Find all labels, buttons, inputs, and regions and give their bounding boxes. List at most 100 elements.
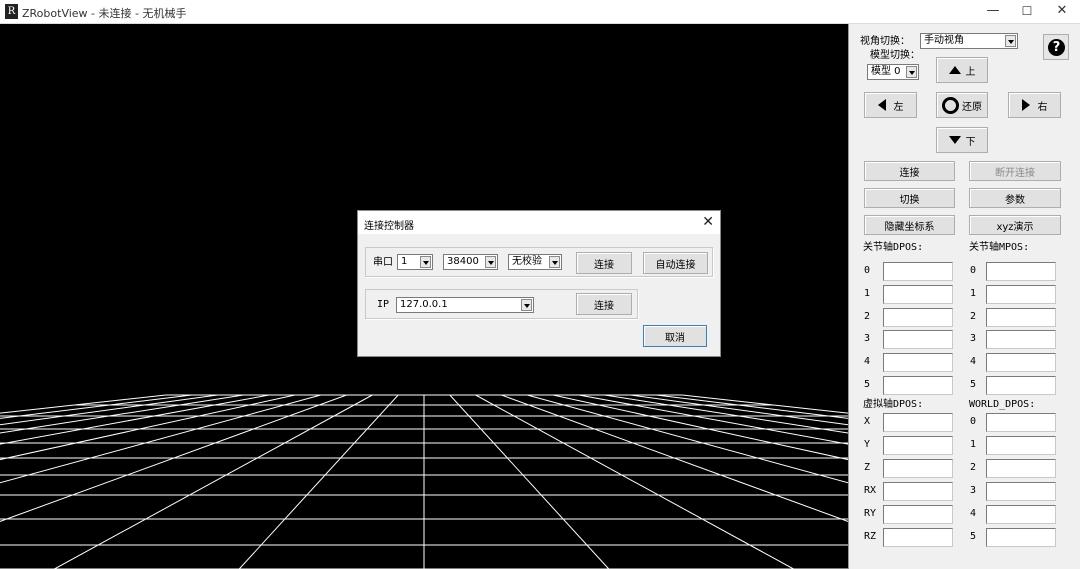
joint-mpos-title: 关节轴MPOS: bbox=[969, 242, 1030, 253]
joint-dpos-title: 关节轴DPOS: bbox=[863, 242, 924, 253]
view-reset-label: 还原 bbox=[962, 101, 982, 113]
view-left-button[interactable]: 左 bbox=[864, 92, 917, 118]
grid-line bbox=[238, 394, 399, 569]
model-select[interactable]: 模型 0 bbox=[867, 64, 919, 80]
chevron-down-icon bbox=[485, 256, 496, 268]
virtual-dpos-field[interactable] bbox=[883, 482, 953, 501]
view-down-button[interactable]: 下 bbox=[936, 127, 988, 153]
hide-coordinates-button[interactable]: 隐藏坐标系 bbox=[864, 215, 955, 235]
world-dpos-field[interactable] bbox=[986, 436, 1056, 455]
ip-label: IP bbox=[377, 299, 390, 310]
model-switch-label: 模型切换： bbox=[870, 50, 920, 61]
joint-mpos-index: 0 bbox=[970, 265, 977, 276]
dialog-title: 连接控制器 bbox=[364, 221, 414, 232]
joint-dpos-index: 3 bbox=[864, 333, 871, 345]
disconnect-button[interactable]: 断开连接 bbox=[969, 161, 1061, 181]
connect-controller-dialog: 连接控制器 ✕ 串口 1 38400 无校验 连接 自动连接 IP 127.0.… bbox=[357, 210, 721, 357]
view-right-label: 右 bbox=[1037, 101, 1048, 113]
world-dpos-index: 1 bbox=[970, 439, 977, 450]
grid-line bbox=[475, 394, 794, 569]
serial-port-value: 1 bbox=[401, 256, 408, 267]
view-mode-select[interactable]: 手动视角 bbox=[920, 33, 1018, 49]
joint-dpos-index: 4 bbox=[864, 356, 871, 368]
world-dpos-field[interactable] bbox=[986, 505, 1056, 524]
grid-line bbox=[0, 394, 270, 445]
cancel-button[interactable]: 取消 bbox=[643, 325, 707, 347]
minimize-button[interactable]: — bbox=[975, 0, 1011, 24]
maximize-button[interactable]: ☐ bbox=[1009, 0, 1045, 24]
joint-mpos-index: 1 bbox=[970, 287, 977, 299]
grid-line bbox=[54, 394, 373, 569]
grid-line bbox=[552, 394, 848, 461]
virtual-axis-label: Z bbox=[864, 462, 871, 473]
connect-button[interactable]: 连接 bbox=[864, 161, 955, 181]
view-left-label: 左 bbox=[893, 101, 904, 113]
view-reset-button[interactable]: 还原 bbox=[936, 92, 988, 118]
model-value: 模型 0 bbox=[871, 66, 901, 77]
close-icon[interactable]: ✕ bbox=[702, 214, 714, 230]
grid-line bbox=[527, 394, 848, 484]
grid-line bbox=[0, 394, 321, 484]
joint-dpos-field[interactable] bbox=[883, 284, 953, 304]
joint-mpos-index: 2 bbox=[970, 310, 977, 322]
chevron-down-icon bbox=[549, 256, 560, 268]
auto-connect-button[interactable]: 自动连接 bbox=[643, 252, 708, 274]
world-dpos-index: 3 bbox=[970, 485, 977, 496]
control-panel: 视角切换： 手动视角 ? 模型切换： 模型 0 上 左 还原 右 下 连接 断开… bbox=[848, 24, 1080, 569]
world-dpos-index: 4 bbox=[970, 508, 977, 519]
joint-mpos-field[interactable] bbox=[986, 307, 1056, 327]
joint-mpos-field[interactable] bbox=[986, 376, 1056, 395]
joint-mpos-field[interactable] bbox=[986, 330, 1056, 350]
virtual-dpos-field[interactable] bbox=[883, 436, 953, 455]
arrow-up-icon bbox=[948, 66, 961, 74]
world-dpos-field[interactable] bbox=[986, 413, 1056, 432]
view-mode-value: 手动视角 bbox=[924, 35, 964, 46]
joint-mpos-field[interactable] bbox=[986, 284, 1056, 304]
serial-label: 串口 bbox=[373, 257, 393, 268]
joint-dpos-index: 2 bbox=[864, 310, 871, 322]
joint-dpos-index: 5 bbox=[864, 379, 871, 390]
view-right-button[interactable]: 右 bbox=[1008, 92, 1061, 118]
virtual-axis-label: X bbox=[864, 416, 871, 427]
virtual-axis-label: RZ bbox=[864, 531, 877, 542]
arrow-left-icon bbox=[877, 99, 886, 111]
xyz-demo-button[interactable]: xyz演示 bbox=[969, 215, 1061, 235]
serial-port-select[interactable]: 1 bbox=[397, 254, 433, 270]
world-dpos-index: 2 bbox=[970, 462, 977, 473]
joint-dpos-field[interactable] bbox=[883, 262, 953, 281]
virtual-dpos-field[interactable] bbox=[883, 413, 953, 432]
joint-dpos-field[interactable] bbox=[883, 376, 953, 395]
switch-button[interactable]: 切换 bbox=[864, 188, 955, 208]
help-button[interactable]: ? bbox=[1043, 34, 1069, 60]
joint-mpos-field[interactable] bbox=[986, 262, 1056, 281]
ip-connect-button[interactable]: 连接 bbox=[576, 293, 632, 315]
parity-select[interactable]: 无校验 bbox=[508, 254, 562, 270]
virtual-dpos-field[interactable] bbox=[883, 505, 953, 524]
joint-mpos-field[interactable] bbox=[986, 353, 1056, 373]
world-dpos-field[interactable] bbox=[986, 459, 1056, 478]
world-dpos-index: 0 bbox=[970, 416, 977, 427]
serial-connect-button[interactable]: 连接 bbox=[576, 252, 632, 274]
help-icon: ? bbox=[1048, 39, 1065, 56]
chevron-down-icon bbox=[521, 299, 532, 311]
virtual-dpos-field[interactable] bbox=[883, 459, 953, 478]
params-button[interactable]: 参数 bbox=[969, 188, 1061, 208]
joint-mpos-index: 4 bbox=[970, 356, 977, 368]
joint-dpos-index: 0 bbox=[864, 265, 871, 276]
parity-value: 无校验 bbox=[512, 256, 542, 267]
baud-rate-select[interactable]: 38400 bbox=[443, 254, 498, 270]
virtual-dpos-field[interactable] bbox=[883, 528, 953, 547]
joint-dpos-field[interactable] bbox=[883, 330, 953, 350]
ip-address-select[interactable]: 127.0.0.1 bbox=[396, 297, 534, 313]
view-up-button[interactable]: 上 bbox=[936, 57, 988, 83]
virtual-axis-label: RX bbox=[864, 485, 877, 496]
grid-line bbox=[578, 394, 848, 445]
world-dpos-field[interactable] bbox=[986, 482, 1056, 501]
joint-dpos-field[interactable] bbox=[883, 307, 953, 327]
app-logo-icon: R bbox=[5, 4, 18, 19]
close-window-button[interactable]: ✕ bbox=[1044, 0, 1080, 24]
joint-dpos-field[interactable] bbox=[883, 353, 953, 373]
world-dpos-field[interactable] bbox=[986, 528, 1056, 547]
arrow-down-icon bbox=[948, 136, 961, 144]
chevron-down-icon bbox=[906, 66, 917, 78]
